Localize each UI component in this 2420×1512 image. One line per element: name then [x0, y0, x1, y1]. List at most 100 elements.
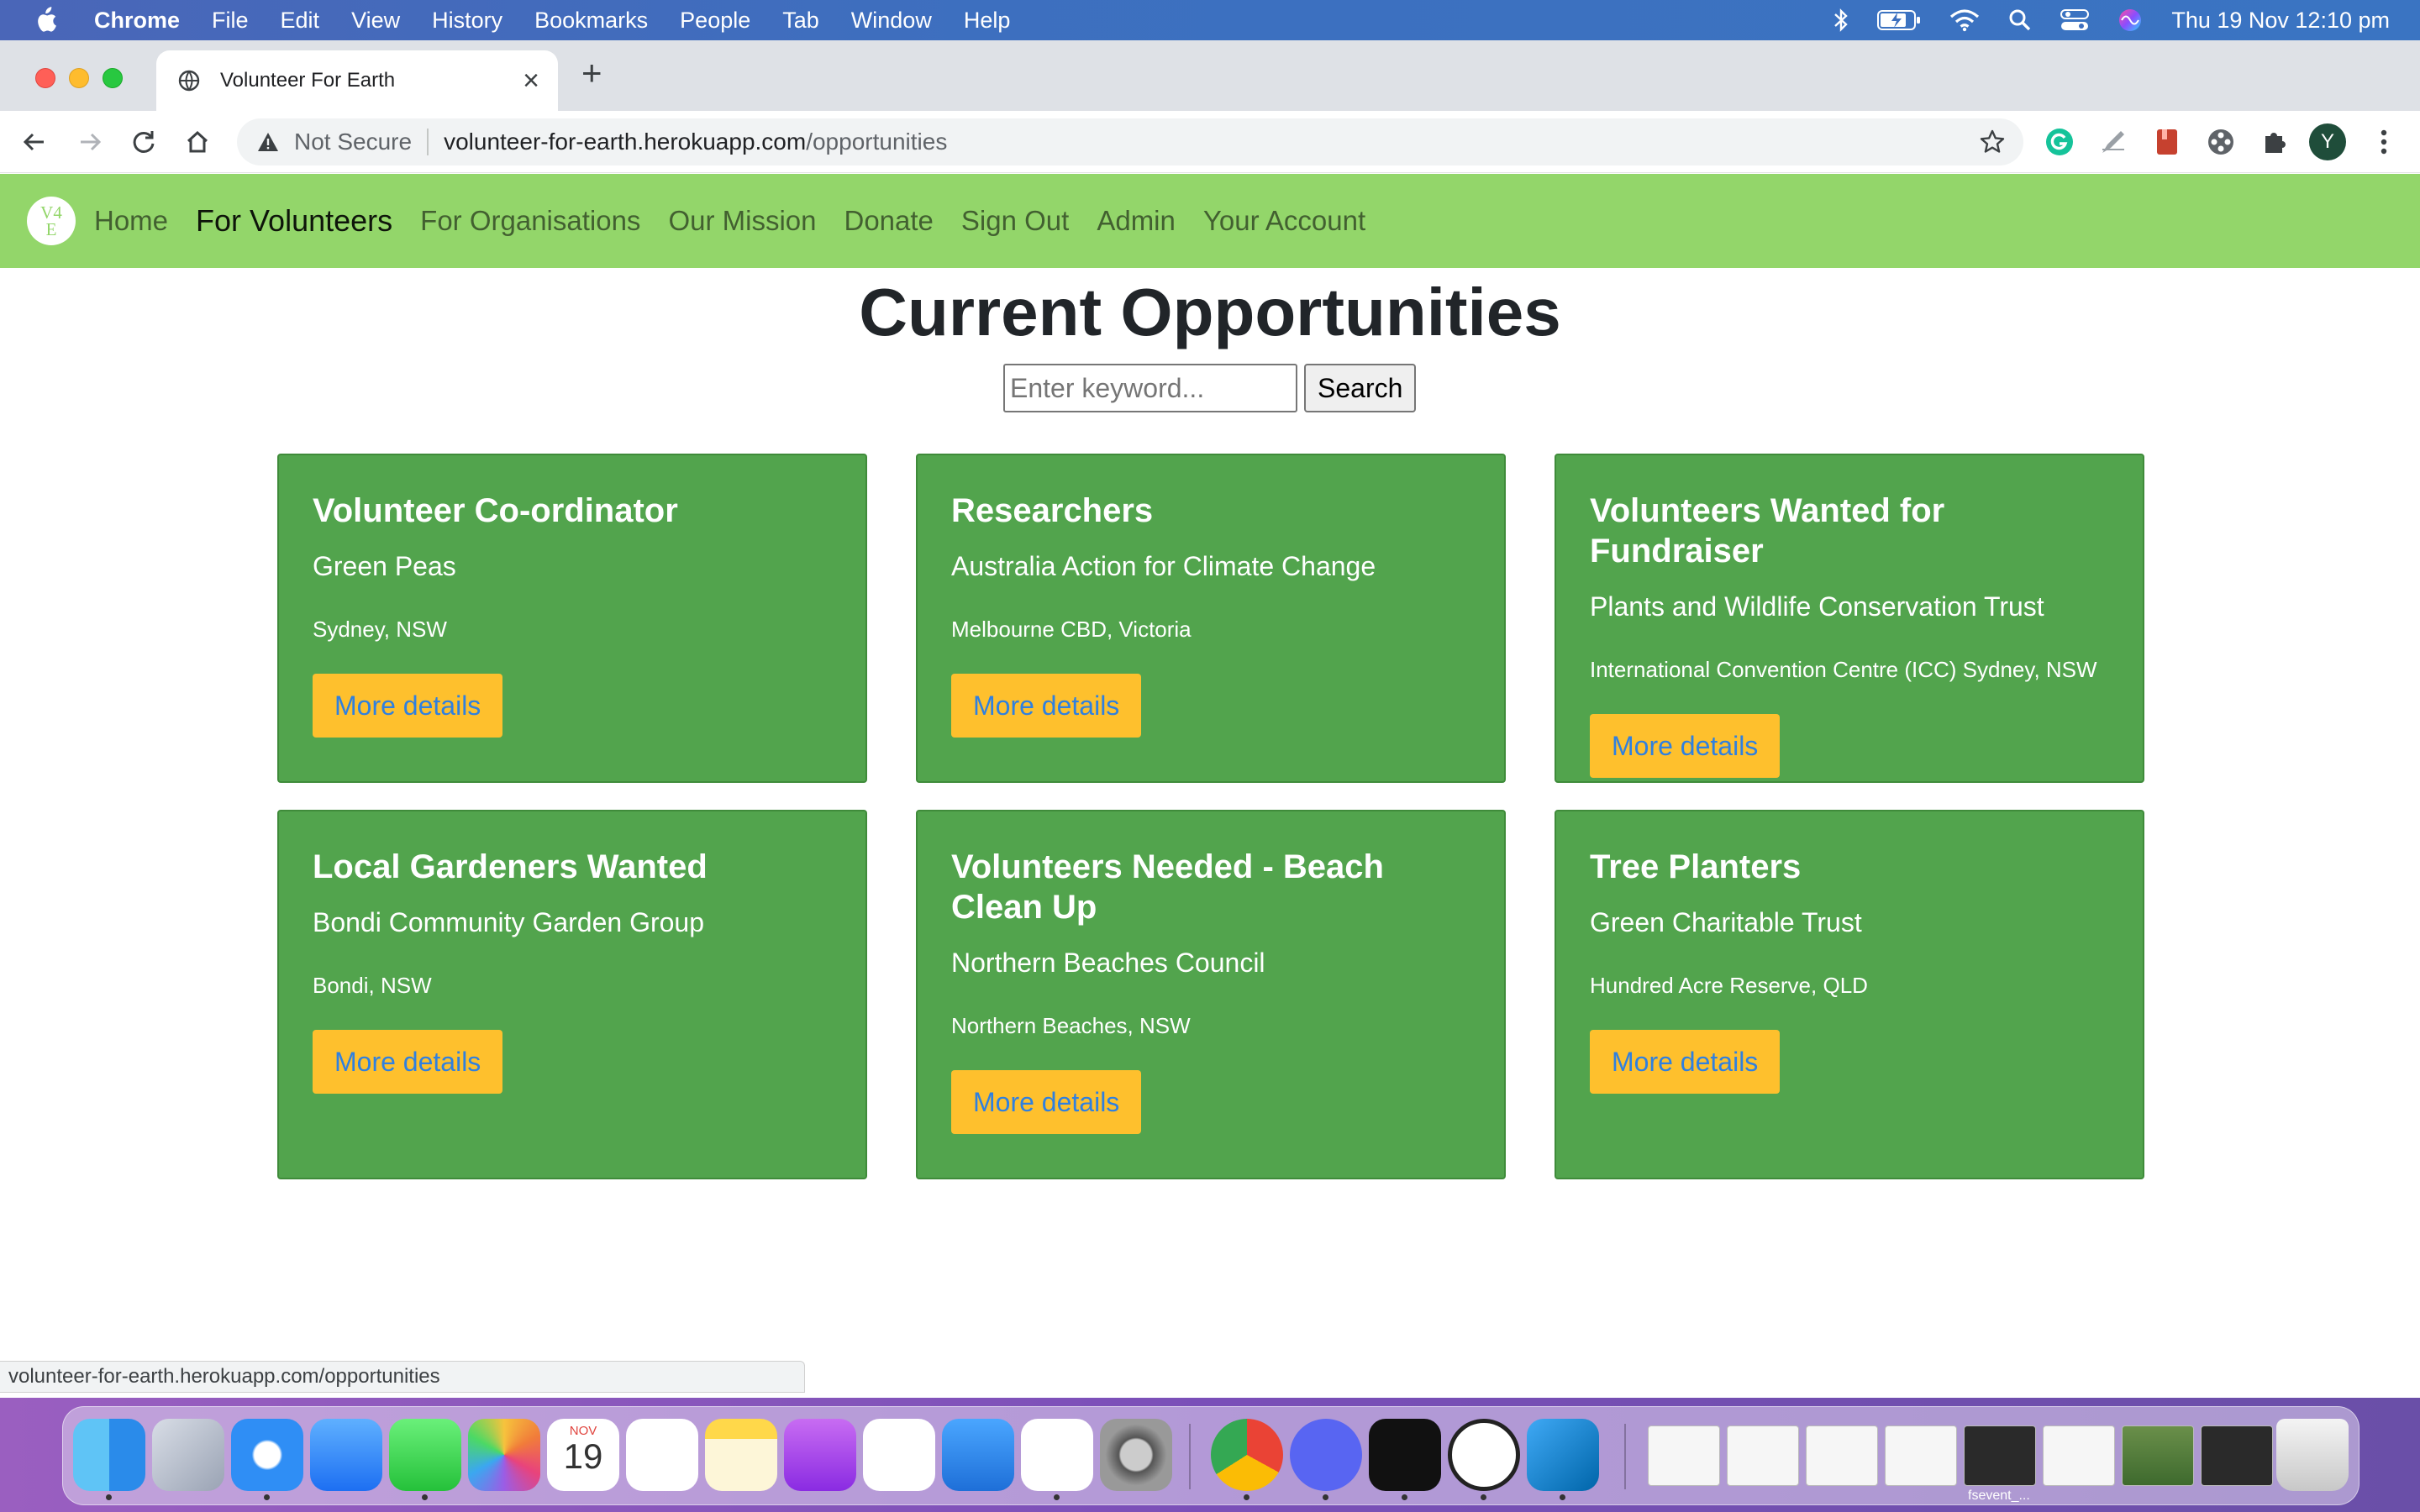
- control-center-icon[interactable]: [2060, 8, 2090, 32]
- more-details-button[interactable]: More details: [951, 674, 1142, 738]
- opportunity-title: Volunteer Co-ordinator: [313, 492, 678, 529]
- messages-icon[interactable]: [389, 1419, 461, 1491]
- nav-your-account-link[interactable]: Your Account: [1203, 205, 1365, 237]
- window-thumbnail[interactable]: [1727, 1425, 1799, 1486]
- grammarly-extension-icon[interactable]: [2044, 126, 2075, 158]
- window-thumbnail[interactable]: [1885, 1425, 1957, 1486]
- menu-history[interactable]: History: [432, 8, 502, 34]
- running-indicator: [264, 1494, 270, 1500]
- more-details-button[interactable]: More details: [313, 1030, 503, 1094]
- macos-dock: NOV 19 fsevent_...: [62, 1406, 2360, 1505]
- menu-file[interactable]: File: [212, 8, 249, 34]
- spotlight-search-icon[interactable]: [2008, 8, 2032, 32]
- address-separator: [427, 129, 429, 155]
- apple-logo-icon[interactable]: [34, 7, 59, 34]
- extensions-puzzle-icon[interactable]: [2259, 126, 2291, 158]
- notes-icon[interactable]: [705, 1419, 777, 1491]
- more-details-button[interactable]: More details: [313, 674, 503, 738]
- address-bar[interactable]: Not Secure volunteer-for-earth.herokuapp…: [237, 118, 2023, 165]
- pen-extension-icon[interactable]: [2097, 126, 2129, 158]
- battery-icon[interactable]: [1877, 9, 1921, 31]
- reminders-icon[interactable]: [626, 1419, 698, 1491]
- more-details-button[interactable]: More details: [951, 1070, 1142, 1134]
- opportunity-organisation: Australia Action for Climate Change: [951, 551, 1376, 581]
- page-title: Current Opportunities: [859, 275, 1561, 349]
- podcasts-icon[interactable]: [784, 1419, 856, 1491]
- film-reel-extension-icon[interactable]: [2205, 126, 2237, 158]
- smiley-app-icon[interactable]: [1448, 1419, 1520, 1491]
- safari-icon[interactable]: [231, 1419, 303, 1491]
- opportunity-card: Volunteer Co-ordinator Green Peas Sydney…: [277, 454, 867, 783]
- new-tab-icon[interactable]: +: [581, 55, 602, 91]
- opportunity-card: Tree Planters Green Charitable Trust Hun…: [1555, 810, 2144, 1179]
- more-details-button[interactable]: More details: [1590, 714, 1781, 778]
- menu-view[interactable]: View: [351, 8, 400, 34]
- mail-icon[interactable]: [310, 1419, 382, 1491]
- nav-admin-link[interactable]: Admin: [1097, 205, 1176, 237]
- window-thumbnail[interactable]: [1806, 1425, 1878, 1486]
- document-thumbnail[interactable]: [1648, 1425, 1720, 1486]
- window-thumbnail[interactable]: fsevent_...: [1964, 1425, 2036, 1503]
- wifi-icon[interactable]: [1949, 8, 1980, 32]
- menu-tab[interactable]: Tab: [782, 8, 819, 34]
- system-preferences-icon[interactable]: [1100, 1419, 1172, 1491]
- menu-window[interactable]: Window: [851, 8, 932, 34]
- menu-edit[interactable]: Edit: [281, 8, 320, 34]
- forward-arrow-icon[interactable]: [77, 111, 103, 173]
- more-details-button[interactable]: More details: [1590, 1030, 1781, 1094]
- trash-icon[interactable]: [2276, 1419, 2349, 1491]
- numbers-icon[interactable]: [863, 1419, 935, 1491]
- link-status-bar: volunteer-for-earth.herokuapp.com/opport…: [0, 1361, 805, 1393]
- chrome-icon[interactable]: [1211, 1419, 1283, 1491]
- nav-for-organisations-link[interactable]: For Organisations: [420, 205, 640, 237]
- pages-icon[interactable]: [1021, 1419, 1093, 1491]
- nav-home-link[interactable]: Home: [94, 205, 168, 237]
- menu-bar-clock[interactable]: Thu 19 Nov 12:10 pm: [2171, 8, 2390, 34]
- logo-text-top: V4: [40, 202, 62, 223]
- nav-for-volunteers-link[interactable]: For Volunteers: [196, 203, 392, 239]
- nav-sign-out-link[interactable]: Sign Out: [961, 205, 1069, 237]
- menu-people[interactable]: People: [680, 8, 750, 34]
- window-thumbnail[interactable]: [2122, 1425, 2194, 1486]
- opportunity-title: Volunteers Wanted for Fundraiser: [1590, 492, 1945, 570]
- site-logo[interactable]: V4 E: [27, 197, 76, 245]
- discord-icon[interactable]: [1290, 1419, 1362, 1491]
- bookmark-star-icon[interactable]: [1980, 129, 2005, 160]
- dock-separator: [1189, 1424, 1191, 1489]
- terminal-icon[interactable]: [1369, 1419, 1441, 1491]
- opportunity-title: Local Gardeners Wanted: [313, 848, 708, 885]
- search-input[interactable]: [1003, 364, 1297, 412]
- window-minimize-button[interactable]: [69, 68, 89, 88]
- reload-icon[interactable]: [131, 111, 156, 173]
- launchpad-icon[interactable]: [152, 1419, 224, 1491]
- finder-icon[interactable]: [73, 1419, 145, 1491]
- nav-donate-link[interactable]: Donate: [844, 205, 933, 237]
- search-button[interactable]: Search: [1304, 364, 1417, 412]
- browser-tab-active[interactable]: Volunteer For Earth ×: [156, 50, 558, 111]
- menu-bookmarks[interactable]: Bookmarks: [534, 8, 648, 34]
- photos-icon[interactable]: [468, 1419, 540, 1491]
- window-close-button[interactable]: [35, 68, 55, 88]
- url-text[interactable]: volunteer-for-earth.herokuapp.com/opport…: [444, 129, 947, 155]
- menu-app-name[interactable]: Chrome: [94, 8, 180, 34]
- bluetooth-icon[interactable]: [1833, 8, 1849, 33]
- url-path: /opportunities: [806, 129, 948, 155]
- keynote-icon[interactable]: [942, 1419, 1014, 1491]
- window-thumbnail[interactable]: [2201, 1425, 2273, 1486]
- security-label[interactable]: Not Secure: [294, 129, 412, 155]
- siri-icon[interactable]: [2118, 8, 2143, 33]
- chrome-menu-icon[interactable]: [2368, 126, 2400, 158]
- calendar-icon[interactable]: NOV 19: [547, 1419, 619, 1491]
- vscode-icon[interactable]: [1527, 1419, 1599, 1491]
- profile-avatar[interactable]: Y: [2309, 123, 2346, 160]
- window-zoom-button[interactable]: [103, 68, 123, 88]
- globe-favicon-icon: [178, 68, 203, 93]
- menu-help[interactable]: Help: [964, 8, 1011, 34]
- window-thumbnail[interactable]: [2043, 1425, 2115, 1486]
- home-icon[interactable]: [185, 111, 210, 173]
- nav-our-mission-link[interactable]: Our Mission: [668, 205, 816, 237]
- back-arrow-icon[interactable]: [22, 111, 47, 173]
- warning-triangle-icon[interactable]: [257, 132, 279, 152]
- tab-close-icon[interactable]: ×: [523, 66, 539, 95]
- bookmark-extension-icon[interactable]: [2151, 126, 2183, 158]
